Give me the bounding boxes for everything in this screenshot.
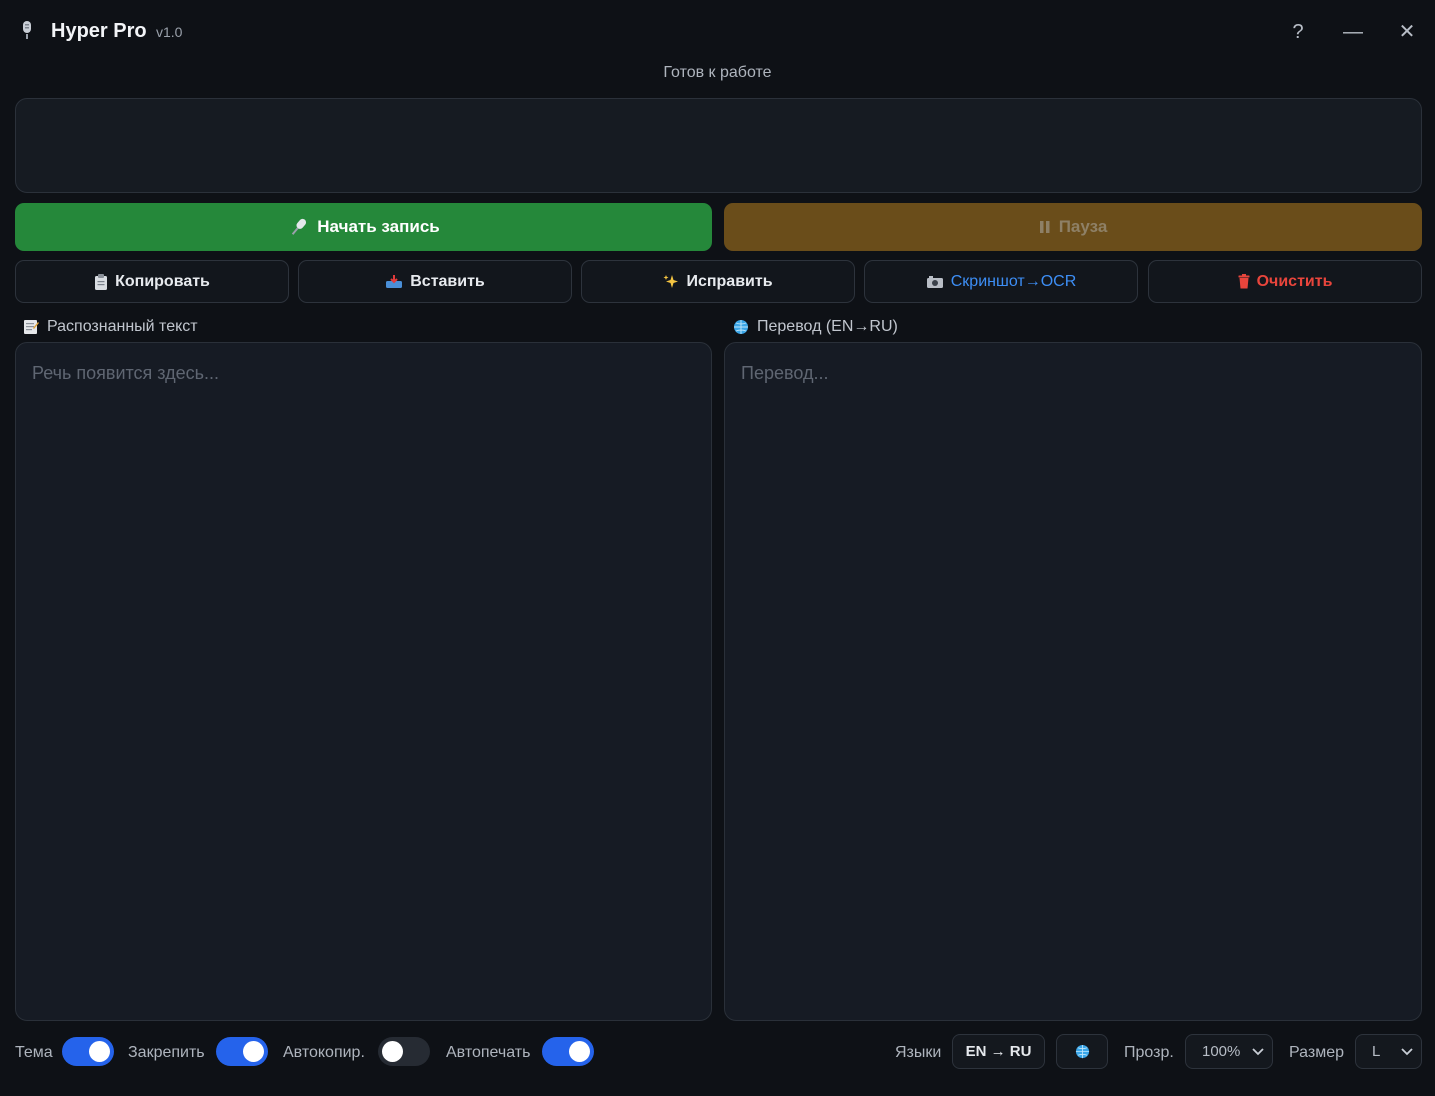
translation-panel xyxy=(724,342,1422,1021)
copy-button[interactable]: Копировать xyxy=(15,260,289,303)
pause-button[interactable]: Пауза xyxy=(724,203,1422,251)
pause-label: Пауза xyxy=(1058,217,1108,236)
chevron-down-icon xyxy=(1401,1047,1413,1055)
screenshot-ocr-button[interactable]: Скриншот→OCR xyxy=(864,260,1138,303)
size-select[interactable]: L xyxy=(1355,1034,1422,1069)
fix-label: Исправить xyxy=(686,272,773,290)
help-button[interactable]: ? xyxy=(1280,14,1316,50)
clear-label: Очистить xyxy=(1256,272,1333,290)
app-window: Hyper Pro v1.0 ? — ✕ Готов к работе Нача… xyxy=(0,0,1435,1096)
camera-icon xyxy=(926,275,943,288)
recognized-text-label: Распознанный текст xyxy=(47,318,198,335)
start-record-label: Начать запись xyxy=(317,217,440,236)
theme-label: Тема xyxy=(15,1044,53,1061)
languages-label: Языки xyxy=(895,1044,942,1061)
pin-label: Закрепить xyxy=(128,1044,205,1061)
translate-toggle-button[interactable] xyxy=(1056,1034,1108,1069)
screenshot-ocr-label: Скриншот→OCR xyxy=(950,272,1077,290)
status-text: Готов к работе xyxy=(663,64,772,81)
language-pair-button[interactable]: EN → RU xyxy=(952,1034,1045,1069)
size-label: Размер xyxy=(1289,1044,1344,1061)
opacity-value: 100% xyxy=(1202,1043,1241,1060)
size-value: L xyxy=(1372,1043,1381,1060)
live-transcript-box xyxy=(15,98,1422,193)
recognized-text-heading: Распознанный текст xyxy=(23,318,198,336)
microphone-icon xyxy=(292,218,307,235)
opacity-select[interactable]: 100% xyxy=(1185,1034,1273,1069)
autocopy-toggle[interactable] xyxy=(378,1037,430,1066)
pause-icon xyxy=(1039,221,1050,233)
bottom-bar: Тема Закрепить Автокопир. Автопечать Язы… xyxy=(0,1030,1435,1080)
paste-label: Вставить xyxy=(410,272,485,290)
memo-icon xyxy=(24,320,39,334)
sparkles-icon xyxy=(663,274,679,288)
minimize-button[interactable]: — xyxy=(1335,14,1371,50)
trash-icon xyxy=(1238,274,1250,289)
theme-toggle[interactable] xyxy=(62,1037,114,1066)
globe-icon xyxy=(734,320,748,334)
opacity-label: Прозр. xyxy=(1124,1044,1174,1061)
chevron-down-icon xyxy=(1252,1047,1264,1055)
translation-label: Перевод (EN→RU) xyxy=(757,318,898,335)
microphone-icon xyxy=(23,21,31,39)
clipboard-icon xyxy=(95,273,108,290)
pin-toggle[interactable] xyxy=(216,1037,268,1066)
paste-button[interactable]: Вставить xyxy=(298,260,572,303)
toggle-knob xyxy=(243,1041,264,1062)
app-title: Hyper Pro xyxy=(51,20,147,42)
copy-label: Копировать xyxy=(115,272,210,290)
toggle-knob xyxy=(569,1041,590,1062)
autocopy-label: Автокопир. xyxy=(283,1044,365,1061)
fix-button[interactable]: Исправить xyxy=(581,260,855,303)
toggle-knob xyxy=(89,1041,110,1062)
autoprint-toggle[interactable] xyxy=(542,1037,594,1066)
recognized-text-panel xyxy=(15,342,712,1021)
globe-icon xyxy=(1075,1044,1089,1059)
clear-button[interactable]: Очистить xyxy=(1148,260,1422,303)
start-record-button[interactable]: Начать запись xyxy=(15,203,712,251)
app-version: v1.0 xyxy=(156,24,183,40)
recognized-text-area[interactable] xyxy=(32,363,695,1000)
title-bar: Hyper Pro v1.0 ? — ✕ xyxy=(0,0,1435,62)
toggle-knob xyxy=(382,1041,403,1062)
autoprint-label: Автопечать xyxy=(446,1044,531,1061)
close-button[interactable]: ✕ xyxy=(1389,14,1425,50)
inbox-tray-icon xyxy=(386,274,403,288)
translation-text-area[interactable] xyxy=(741,363,1405,1000)
translation-heading: Перевод (EN→RU) xyxy=(733,318,898,336)
